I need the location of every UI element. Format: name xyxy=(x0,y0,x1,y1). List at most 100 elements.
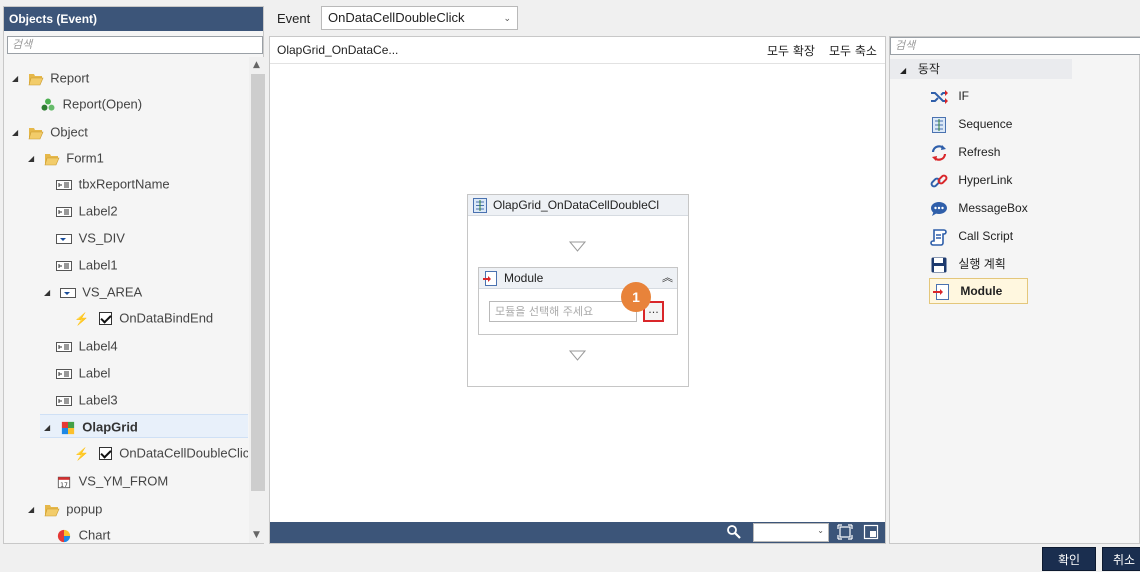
ok-button[interactable]: 확인 xyxy=(1042,547,1096,571)
canvas-title: OlapGrid_OnDataCe... xyxy=(277,43,399,57)
module-icon xyxy=(483,271,497,286)
collapse-up-icon[interactable]: ︽ xyxy=(662,269,673,285)
action-call-script[interactable]: Call Script xyxy=(930,224,1013,248)
tree-node-olapgrid[interactable]: ◢ OlapGrid xyxy=(40,414,248,438)
label-icon xyxy=(56,368,72,379)
action-if[interactable]: IF xyxy=(930,84,969,108)
sequence-icon xyxy=(473,198,487,213)
objects-panel-title: Objects (Event) xyxy=(4,7,263,31)
refresh-icon xyxy=(931,144,947,161)
object-tree: ◢ Report Report(Open) ◢ Object ◢ Form1 t… xyxy=(4,57,248,543)
event-select[interactable]: OnDataCellDoubleClick ⌄ xyxy=(321,6,518,30)
tree-node-label[interactable]: Label xyxy=(56,361,110,385)
expand-arrow-icon[interactable]: ◢ xyxy=(12,67,24,91)
chevron-down-icon: ⌄ xyxy=(503,13,511,23)
objects-search-input[interactable]: 검색 xyxy=(7,36,263,54)
event-checkbox[interactable] xyxy=(98,447,112,461)
action-execution-plan[interactable]: 실행 계획 xyxy=(930,252,1006,276)
combobox-icon xyxy=(59,287,76,298)
canvas-header: OlapGrid_OnDataCe... 모두 확장 모두 축소 xyxy=(270,37,885,64)
collapse-all-link[interactable]: 모두 축소 xyxy=(829,42,877,59)
scroll-thumb[interactable] xyxy=(251,74,265,491)
expand-arrow-icon[interactable]: ◢ xyxy=(44,416,56,440)
tree-node-vs-div[interactable]: VS_DIV xyxy=(56,226,125,250)
sequence-icon xyxy=(932,116,946,133)
cancel-button[interactable]: 취소 xyxy=(1102,547,1140,571)
chevron-down-icon: ⌄ xyxy=(817,526,824,535)
label-icon xyxy=(56,395,72,406)
label-icon xyxy=(56,206,72,217)
scroll-down-icon[interactable]: ▼ xyxy=(249,527,264,543)
expand-arrow-icon[interactable]: ◢ xyxy=(28,498,40,522)
tree-node-ondatabindend[interactable]: ⚡ OnDataBindEnd xyxy=(74,306,213,330)
sequence-block[interactable]: OlapGrid_OnDataCellDoubleCl Module ︽ 모듈을… xyxy=(467,194,689,387)
tree-node-label1[interactable]: Label1 xyxy=(56,253,118,277)
drop-target-arrow-icon xyxy=(569,350,586,361)
module-title: Module xyxy=(504,271,544,285)
expand-arrow-icon[interactable]: ◢ xyxy=(28,147,40,171)
expand-all-link[interactable]: 모두 확장 xyxy=(767,42,815,59)
expand-arrow-icon[interactable]: ◢ xyxy=(890,61,914,81)
tree-node-vs-ym-from[interactable]: 17 VS_YM_FROM xyxy=(56,469,168,493)
fullscreen-icon[interactable] xyxy=(863,524,879,540)
event-select-value: OnDataCellDoubleClick xyxy=(328,10,465,25)
action-messagebox[interactable]: MessageBox xyxy=(930,196,1028,220)
tree-node-popup[interactable]: ◢ popup xyxy=(28,497,102,521)
olapgrid-icon xyxy=(61,421,74,434)
sequence-title: OlapGrid_OnDataCellDoubleCl xyxy=(493,198,660,212)
sequence-header: OlapGrid_OnDataCellDoubleCl xyxy=(468,195,688,216)
magnifier-icon[interactable] xyxy=(726,524,742,540)
module-icon xyxy=(933,283,949,300)
tree-node-label4[interactable]: Label4 xyxy=(56,334,118,358)
tree-node-ondatacelldoubleclick[interactable]: ⚡ OnDataCellDoubleClick xyxy=(74,441,248,465)
objects-panel: Objects (Event) 검색 ◢ Report Report(Open)… xyxy=(3,6,265,544)
canvas-toolbar: ⌄ xyxy=(270,522,885,543)
lightning-icon: ⚡ xyxy=(74,446,89,461)
chart-icon xyxy=(57,529,71,542)
actions-panel: 검색 ◢ 동작 IF Sequence Refresh HyperLink Me… xyxy=(889,36,1140,544)
action-hyperlink[interactable]: HyperLink xyxy=(930,168,1012,192)
lightning-icon: ⚡ xyxy=(74,311,89,326)
step-badge: 1 xyxy=(621,282,651,312)
save-icon xyxy=(931,257,947,273)
expand-arrow-icon[interactable]: ◢ xyxy=(12,121,24,145)
action-sequence[interactable]: Sequence xyxy=(930,112,1012,136)
module-input[interactable]: 모듈을 선택해 주세요 xyxy=(489,301,637,322)
event-checkbox[interactable] xyxy=(98,312,112,326)
svg-text:17: 17 xyxy=(60,481,68,488)
tree-node-form1[interactable]: ◢ Form1 xyxy=(28,146,104,170)
actions-group[interactable]: ◢ 동작 xyxy=(890,59,1072,79)
tree-node-label2[interactable]: Label2 xyxy=(56,199,118,223)
tree-node-tbxreportname[interactable]: tbxReportName xyxy=(56,172,170,196)
chat-bubble-icon xyxy=(931,201,947,216)
workflow-canvas: OlapGrid_OnDataCe... 모두 확장 모두 축소 OlapGri… xyxy=(269,36,886,544)
tree-scrollbar[interactable]: ▲ ▼ xyxy=(249,57,265,543)
link-icon xyxy=(930,174,948,188)
tree-node-object[interactable]: ◢ Object xyxy=(12,120,88,144)
tree-node-label3[interactable]: Label3 xyxy=(56,388,118,412)
action-module[interactable]: Module xyxy=(929,278,1028,304)
expand-arrow-icon[interactable]: ◢ xyxy=(44,281,56,305)
module-header: Module ︽ xyxy=(479,268,677,289)
actions-search-input[interactable]: 검색 xyxy=(890,37,1140,55)
folder-open-icon xyxy=(28,127,44,139)
folder-open-icon xyxy=(44,153,60,165)
calendar-icon: 17 xyxy=(57,476,71,488)
tree-node-vs-area[interactable]: ◢ VS_AREA xyxy=(44,280,142,304)
label-icon xyxy=(56,260,72,271)
report-open-event-icon xyxy=(41,98,55,111)
drop-target-arrow-icon xyxy=(569,241,586,252)
scroll-up-icon[interactable]: ▲ xyxy=(249,57,264,73)
event-label: Event xyxy=(277,11,311,26)
action-refresh[interactable]: Refresh xyxy=(930,140,1000,164)
textbox-icon xyxy=(56,179,72,190)
tree-node-chart[interactable]: Chart xyxy=(56,523,110,543)
shuffle-icon xyxy=(931,89,948,104)
fit-to-screen-icon[interactable] xyxy=(837,524,853,540)
actions-group-label: 동작 xyxy=(917,62,940,76)
script-icon xyxy=(930,229,947,246)
label-icon xyxy=(56,341,72,352)
zoom-select[interactable]: ⌄ xyxy=(753,523,829,542)
tree-node-report-open[interactable]: Report(Open) xyxy=(40,92,142,116)
tree-node-report[interactable]: ◢ Report xyxy=(12,66,89,90)
